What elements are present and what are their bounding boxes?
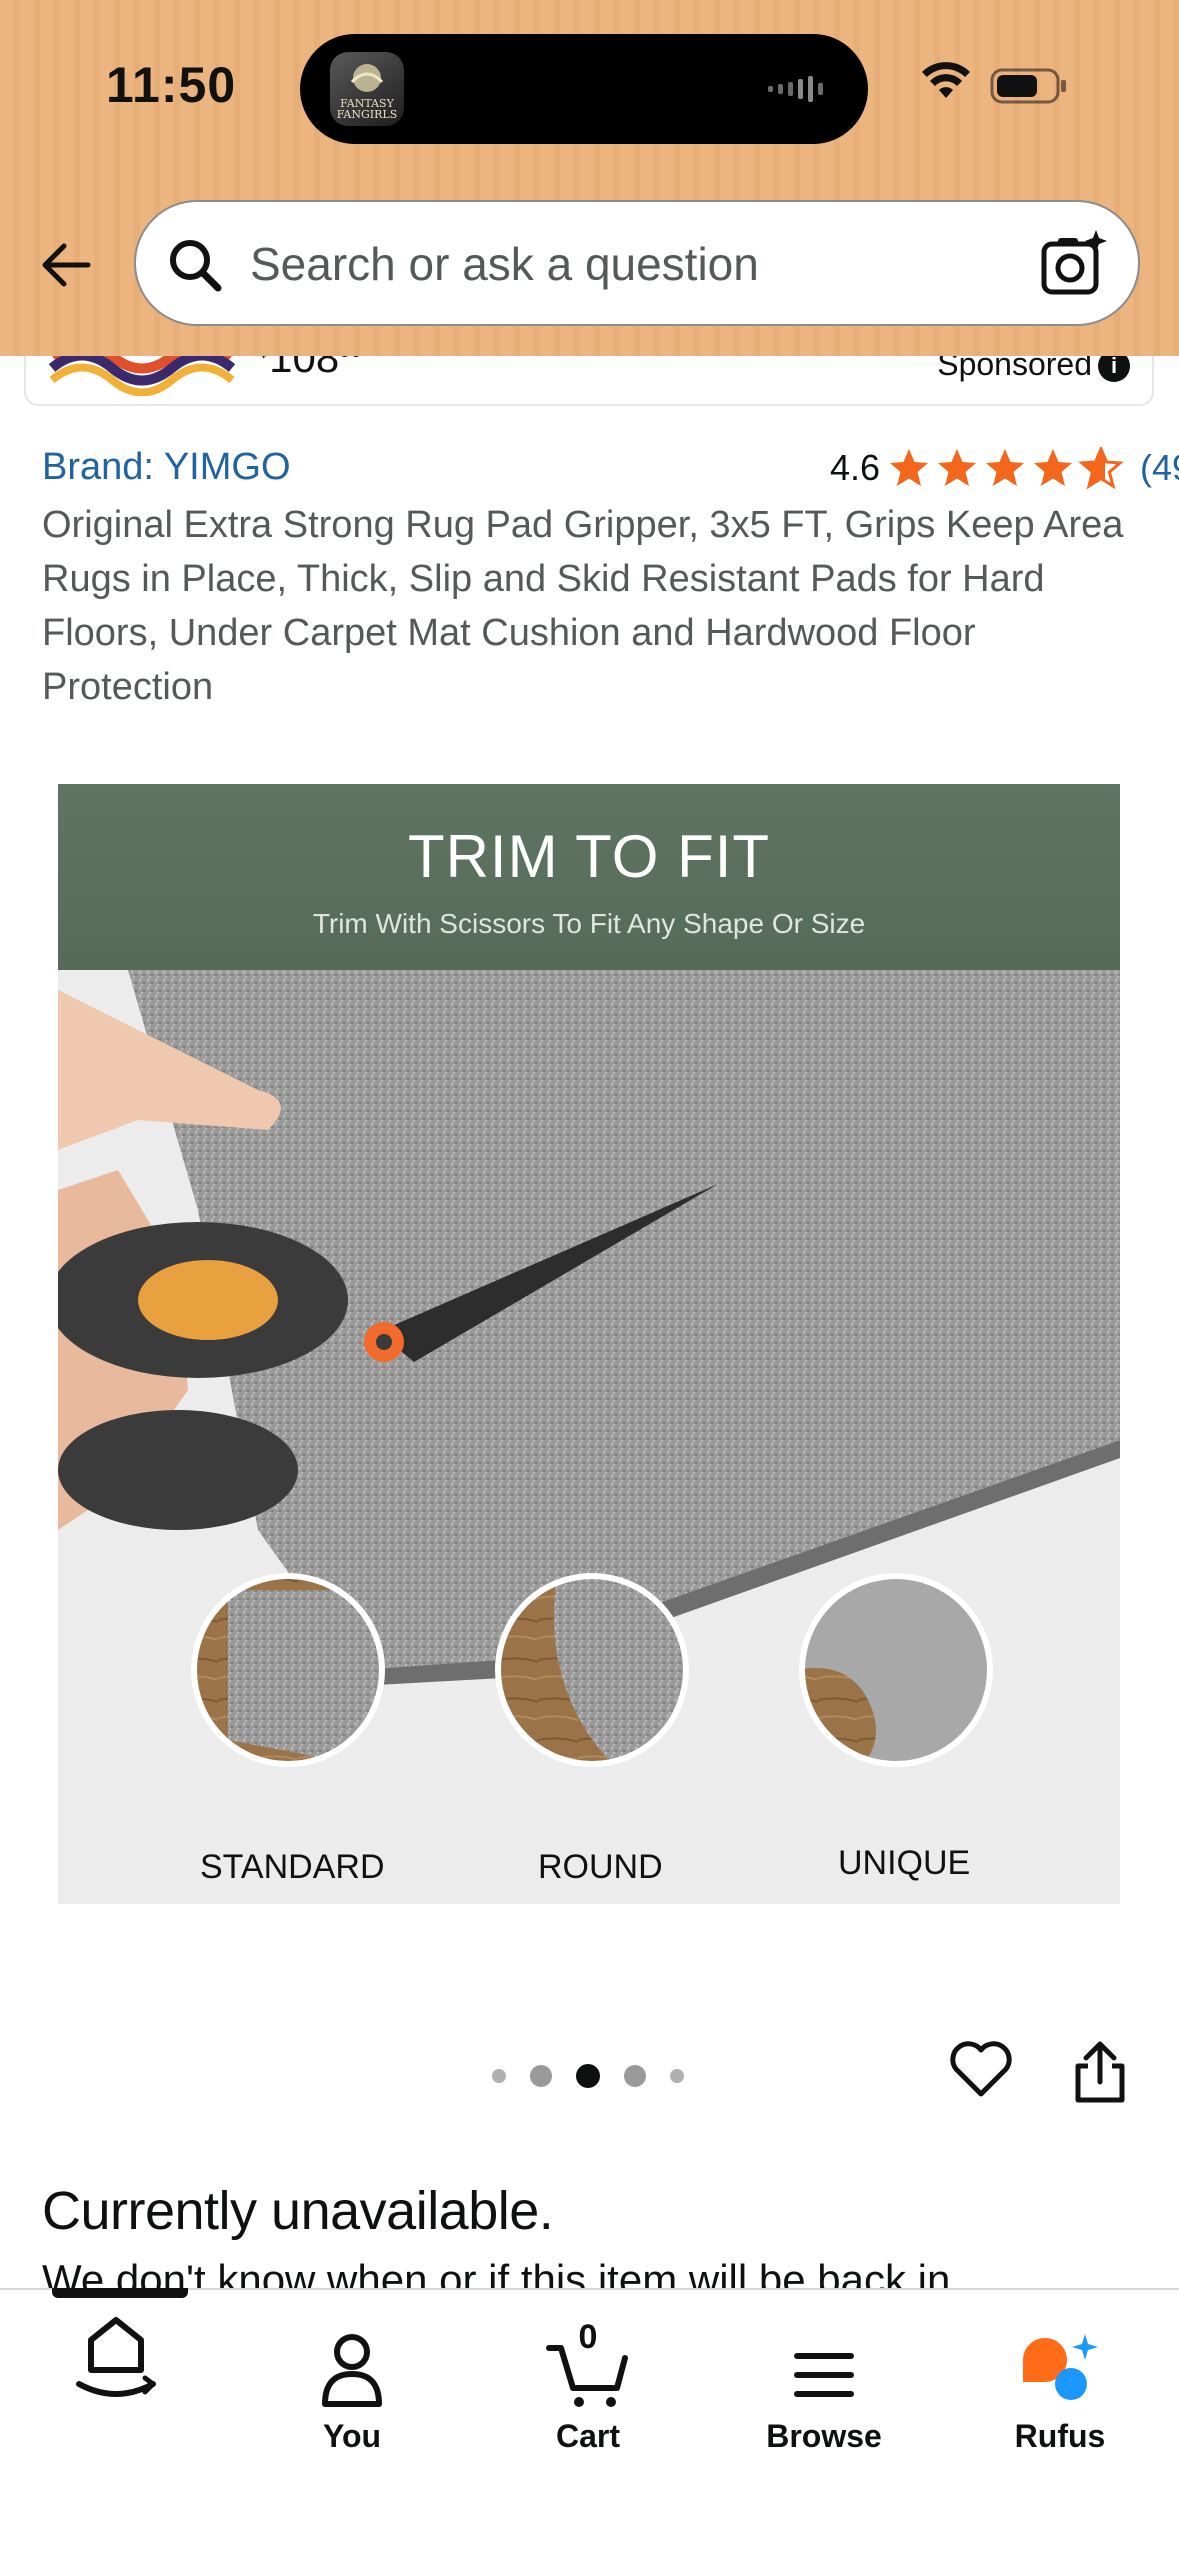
carousel-dot[interactable] bbox=[530, 2065, 552, 2087]
image-headline: TRIM TO FIT bbox=[407, 823, 771, 890]
carousel-dot[interactable] bbox=[670, 2069, 684, 2083]
heart-icon[interactable] bbox=[948, 2038, 1014, 2100]
nav-home[interactable] bbox=[16, 2317, 216, 2470]
rating-value: 4.6 bbox=[830, 447, 881, 488]
image-banner: TRIM TO FIT Trim With Scissors To Fit An… bbox=[58, 784, 1120, 970]
cart-count-badge: 0 bbox=[578, 2318, 598, 2356]
camera-lens-icon[interactable] bbox=[1038, 228, 1110, 300]
review-count-link[interactable]: (49) bbox=[1140, 447, 1179, 489]
app-header: 11:50 FANTASY FANGIRLS bbox=[0, 0, 1179, 356]
rating-summary[interactable]: 4.6 (49) bbox=[830, 444, 1179, 492]
nav-cart-label: Cart bbox=[555, 2418, 620, 2454]
search-bar[interactable] bbox=[134, 200, 1140, 326]
caption-standard: STANDARD bbox=[200, 1848, 385, 1886]
caption-round: ROUND bbox=[538, 1848, 663, 1886]
search-icon bbox=[170, 240, 222, 292]
battery-icon bbox=[990, 68, 1066, 104]
share-icon[interactable] bbox=[1072, 2040, 1128, 2106]
nav-browse-label: Browse bbox=[766, 2418, 882, 2454]
status-time: 11:50 bbox=[106, 57, 237, 113]
carousel-dot[interactable] bbox=[576, 2064, 600, 2088]
carousel-dot[interactable] bbox=[624, 2065, 646, 2087]
audio-wave-icon bbox=[768, 76, 823, 102]
nav-browse[interactable]: Browse bbox=[724, 2320, 924, 2470]
app-badge-text: FANTASY FANGIRLS bbox=[336, 97, 398, 121]
brand-link[interactable]: Brand: YIMGO bbox=[42, 446, 291, 489]
search-input[interactable] bbox=[248, 230, 1032, 298]
person-icon bbox=[322, 2334, 382, 2407]
app-badge-icon: FANTASY FANGIRLS bbox=[330, 52, 404, 126]
home-icon bbox=[76, 2317, 156, 2397]
rug-pad-illustration bbox=[58, 970, 1120, 1904]
product-image[interactable]: TRIM TO FIT Trim With Scissors To Fit An… bbox=[58, 784, 1120, 1904]
nav-rufus-label: Rufus bbox=[1014, 2418, 1106, 2454]
nav-rufus[interactable]: Rufus bbox=[960, 2320, 1160, 2470]
rufus-icon bbox=[1023, 2334, 1098, 2400]
nav-you-label: You bbox=[322, 2418, 382, 2454]
caption-unique: UNIQUE bbox=[838, 1844, 971, 1882]
nav-you[interactable]: You bbox=[252, 2320, 452, 2470]
stars-icon bbox=[890, 447, 1122, 488]
bottom-nav: You 0 Cart Browse Rufus bbox=[0, 2288, 1179, 2556]
back-arrow-icon[interactable] bbox=[34, 232, 100, 298]
active-tab-indicator bbox=[52, 2288, 188, 2298]
star-rating bbox=[888, 447, 1128, 489]
product-title: Original Extra Strong Rug Pad Gripper, 3… bbox=[42, 504, 1124, 708]
image-subline: Trim With Scissors To Fit Any Shape Or S… bbox=[312, 908, 866, 939]
nav-cart[interactable]: 0 Cart bbox=[488, 2318, 688, 2470]
availability-heading: Currently unavailable. bbox=[42, 2181, 554, 2241]
menu-icon bbox=[794, 2353, 854, 2397]
carousel-dots[interactable] bbox=[480, 2064, 696, 2088]
carousel-dot[interactable] bbox=[492, 2069, 506, 2083]
dynamic-island: FANTASY FANGIRLS bbox=[300, 34, 868, 144]
wifi-icon bbox=[922, 62, 970, 98]
